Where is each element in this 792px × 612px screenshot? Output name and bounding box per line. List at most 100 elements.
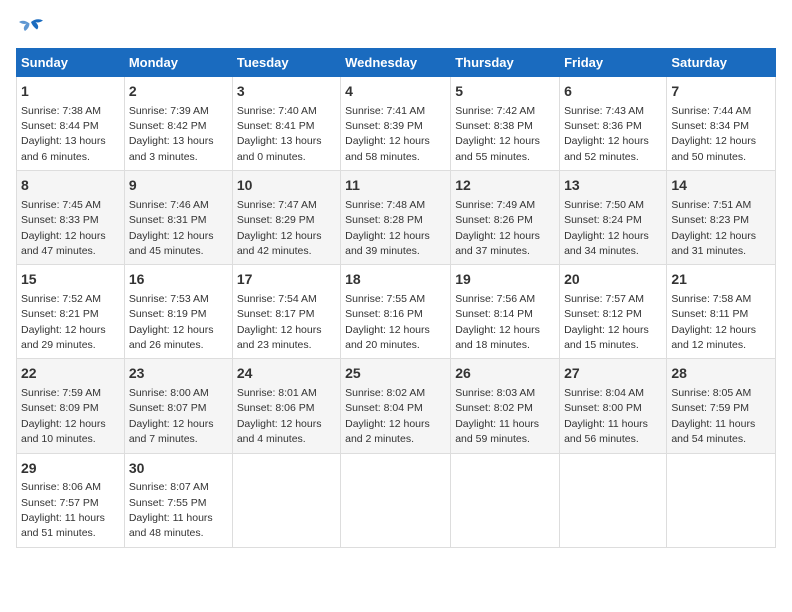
day-info: Sunrise: 8:07 AMSunset: 7:55 PMDaylight:…	[129, 481, 213, 539]
day-number: 7	[671, 82, 771, 102]
day-info: Sunrise: 7:42 AMSunset: 8:38 PMDaylight:…	[455, 105, 540, 163]
day-cell: 27 Sunrise: 8:04 AMSunset: 8:00 PMDaylig…	[560, 359, 667, 453]
day-cell: 10 Sunrise: 7:47 AMSunset: 8:29 PMDaylig…	[232, 171, 340, 265]
day-number: 5	[455, 82, 555, 102]
day-cell: 26 Sunrise: 8:03 AMSunset: 8:02 PMDaylig…	[451, 359, 560, 453]
day-number: 13	[564, 176, 662, 196]
day-number: 1	[21, 82, 120, 102]
day-number: 19	[455, 270, 555, 290]
day-header-sunday: Sunday	[17, 49, 125, 77]
day-cell: 12 Sunrise: 7:49 AMSunset: 8:26 PMDaylig…	[451, 171, 560, 265]
day-number: 16	[129, 270, 228, 290]
day-info: Sunrise: 7:45 AMSunset: 8:33 PMDaylight:…	[21, 199, 106, 257]
day-cell	[341, 453, 451, 547]
week-row-3: 15 Sunrise: 7:52 AMSunset: 8:21 PMDaylig…	[17, 265, 776, 359]
day-header-monday: Monday	[124, 49, 232, 77]
day-cell: 15 Sunrise: 7:52 AMSunset: 8:21 PMDaylig…	[17, 265, 125, 359]
day-cell: 13 Sunrise: 7:50 AMSunset: 8:24 PMDaylig…	[560, 171, 667, 265]
day-info: Sunrise: 7:59 AMSunset: 8:09 PMDaylight:…	[21, 387, 106, 445]
day-number: 14	[671, 176, 771, 196]
week-row-2: 8 Sunrise: 7:45 AMSunset: 8:33 PMDayligh…	[17, 171, 776, 265]
day-cell: 28 Sunrise: 8:05 AMSunset: 7:59 PMDaylig…	[667, 359, 776, 453]
day-info: Sunrise: 7:38 AMSunset: 8:44 PMDaylight:…	[21, 105, 106, 163]
day-number: 10	[237, 176, 336, 196]
day-info: Sunrise: 7:54 AMSunset: 8:17 PMDaylight:…	[237, 293, 322, 351]
day-headers-row: SundayMondayTuesdayWednesdayThursdayFrid…	[17, 49, 776, 77]
day-cell: 20 Sunrise: 7:57 AMSunset: 8:12 PMDaylig…	[560, 265, 667, 359]
day-number: 11	[345, 176, 446, 196]
day-cell: 16 Sunrise: 7:53 AMSunset: 8:19 PMDaylig…	[124, 265, 232, 359]
day-cell: 18 Sunrise: 7:55 AMSunset: 8:16 PMDaylig…	[341, 265, 451, 359]
day-info: Sunrise: 7:50 AMSunset: 8:24 PMDaylight:…	[564, 199, 649, 257]
calendar-header: SundayMondayTuesdayWednesdayThursdayFrid…	[17, 49, 776, 77]
day-info: Sunrise: 7:49 AMSunset: 8:26 PMDaylight:…	[455, 199, 540, 257]
logo-icon	[16, 16, 46, 40]
day-number: 15	[21, 270, 120, 290]
day-info: Sunrise: 7:56 AMSunset: 8:14 PMDaylight:…	[455, 293, 540, 351]
day-number: 21	[671, 270, 771, 290]
day-info: Sunrise: 8:01 AMSunset: 8:06 PMDaylight:…	[237, 387, 322, 445]
day-info: Sunrise: 7:58 AMSunset: 8:11 PMDaylight:…	[671, 293, 756, 351]
day-number: 26	[455, 364, 555, 384]
day-cell: 24 Sunrise: 8:01 AMSunset: 8:06 PMDaylig…	[232, 359, 340, 453]
day-info: Sunrise: 7:53 AMSunset: 8:19 PMDaylight:…	[129, 293, 214, 351]
day-cell: 7 Sunrise: 7:44 AMSunset: 8:34 PMDayligh…	[667, 77, 776, 171]
day-cell	[232, 453, 340, 547]
day-cell: 4 Sunrise: 7:41 AMSunset: 8:39 PMDayligh…	[341, 77, 451, 171]
day-number: 6	[564, 82, 662, 102]
day-cell: 8 Sunrise: 7:45 AMSunset: 8:33 PMDayligh…	[17, 171, 125, 265]
day-cell: 3 Sunrise: 7:40 AMSunset: 8:41 PMDayligh…	[232, 77, 340, 171]
day-number: 22	[21, 364, 120, 384]
day-info: Sunrise: 7:41 AMSunset: 8:39 PMDaylight:…	[345, 105, 430, 163]
day-info: Sunrise: 8:05 AMSunset: 7:59 PMDaylight:…	[671, 387, 755, 445]
day-info: Sunrise: 7:39 AMSunset: 8:42 PMDaylight:…	[129, 105, 214, 163]
day-cell	[667, 453, 776, 547]
day-info: Sunrise: 7:46 AMSunset: 8:31 PMDaylight:…	[129, 199, 214, 257]
week-row-5: 29 Sunrise: 8:06 AMSunset: 7:57 PMDaylig…	[17, 453, 776, 547]
day-info: Sunrise: 8:00 AMSunset: 8:07 PMDaylight:…	[129, 387, 214, 445]
logo	[16, 16, 50, 40]
day-number: 28	[671, 364, 771, 384]
day-cell: 29 Sunrise: 8:06 AMSunset: 7:57 PMDaylig…	[17, 453, 125, 547]
day-cell	[560, 453, 667, 547]
day-number: 2	[129, 82, 228, 102]
day-number: 27	[564, 364, 662, 384]
day-number: 3	[237, 82, 336, 102]
day-cell: 25 Sunrise: 8:02 AMSunset: 8:04 PMDaylig…	[341, 359, 451, 453]
day-info: Sunrise: 8:03 AMSunset: 8:02 PMDaylight:…	[455, 387, 539, 445]
day-number: 30	[129, 459, 228, 479]
day-number: 20	[564, 270, 662, 290]
day-number: 8	[21, 176, 120, 196]
day-header-tuesday: Tuesday	[232, 49, 340, 77]
day-header-saturday: Saturday	[667, 49, 776, 77]
day-cell: 21 Sunrise: 7:58 AMSunset: 8:11 PMDaylig…	[667, 265, 776, 359]
calendar-body: 1 Sunrise: 7:38 AMSunset: 8:44 PMDayligh…	[17, 77, 776, 548]
day-number: 9	[129, 176, 228, 196]
day-number: 18	[345, 270, 446, 290]
day-cell: 2 Sunrise: 7:39 AMSunset: 8:42 PMDayligh…	[124, 77, 232, 171]
day-cell: 23 Sunrise: 8:00 AMSunset: 8:07 PMDaylig…	[124, 359, 232, 453]
day-info: Sunrise: 7:52 AMSunset: 8:21 PMDaylight:…	[21, 293, 106, 351]
day-number: 24	[237, 364, 336, 384]
day-cell	[451, 453, 560, 547]
day-cell: 19 Sunrise: 7:56 AMSunset: 8:14 PMDaylig…	[451, 265, 560, 359]
day-header-friday: Friday	[560, 49, 667, 77]
page-header	[16, 16, 776, 40]
day-cell: 22 Sunrise: 7:59 AMSunset: 8:09 PMDaylig…	[17, 359, 125, 453]
week-row-1: 1 Sunrise: 7:38 AMSunset: 8:44 PMDayligh…	[17, 77, 776, 171]
day-header-wednesday: Wednesday	[341, 49, 451, 77]
day-info: Sunrise: 7:57 AMSunset: 8:12 PMDaylight:…	[564, 293, 649, 351]
day-number: 25	[345, 364, 446, 384]
day-number: 23	[129, 364, 228, 384]
day-cell: 17 Sunrise: 7:54 AMSunset: 8:17 PMDaylig…	[232, 265, 340, 359]
day-cell: 6 Sunrise: 7:43 AMSunset: 8:36 PMDayligh…	[560, 77, 667, 171]
day-info: Sunrise: 7:43 AMSunset: 8:36 PMDaylight:…	[564, 105, 649, 163]
day-cell: 30 Sunrise: 8:07 AMSunset: 7:55 PMDaylig…	[124, 453, 232, 547]
day-number: 17	[237, 270, 336, 290]
day-cell: 9 Sunrise: 7:46 AMSunset: 8:31 PMDayligh…	[124, 171, 232, 265]
day-info: Sunrise: 7:47 AMSunset: 8:29 PMDaylight:…	[237, 199, 322, 257]
day-cell: 11 Sunrise: 7:48 AMSunset: 8:28 PMDaylig…	[341, 171, 451, 265]
day-cell: 14 Sunrise: 7:51 AMSunset: 8:23 PMDaylig…	[667, 171, 776, 265]
day-info: Sunrise: 7:51 AMSunset: 8:23 PMDaylight:…	[671, 199, 756, 257]
day-cell: 1 Sunrise: 7:38 AMSunset: 8:44 PMDayligh…	[17, 77, 125, 171]
